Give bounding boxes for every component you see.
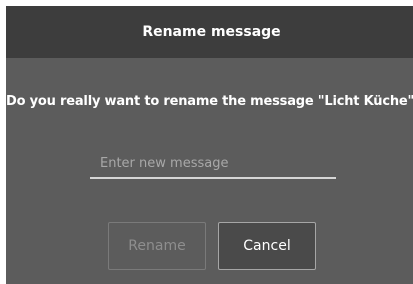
confirmation-question: Do you really want to rename the message…	[6, 94, 413, 109]
rename-dialog: Rename message Do you really want to ren…	[6, 6, 413, 284]
cancel-button[interactable]: Cancel	[218, 222, 316, 270]
rename-button[interactable]: Rename	[108, 222, 206, 270]
dialog-title: Rename message	[142, 24, 281, 40]
message-input-container	[90, 149, 336, 179]
dialog-header: Rename message	[6, 6, 413, 58]
new-message-input[interactable]	[90, 149, 336, 177]
